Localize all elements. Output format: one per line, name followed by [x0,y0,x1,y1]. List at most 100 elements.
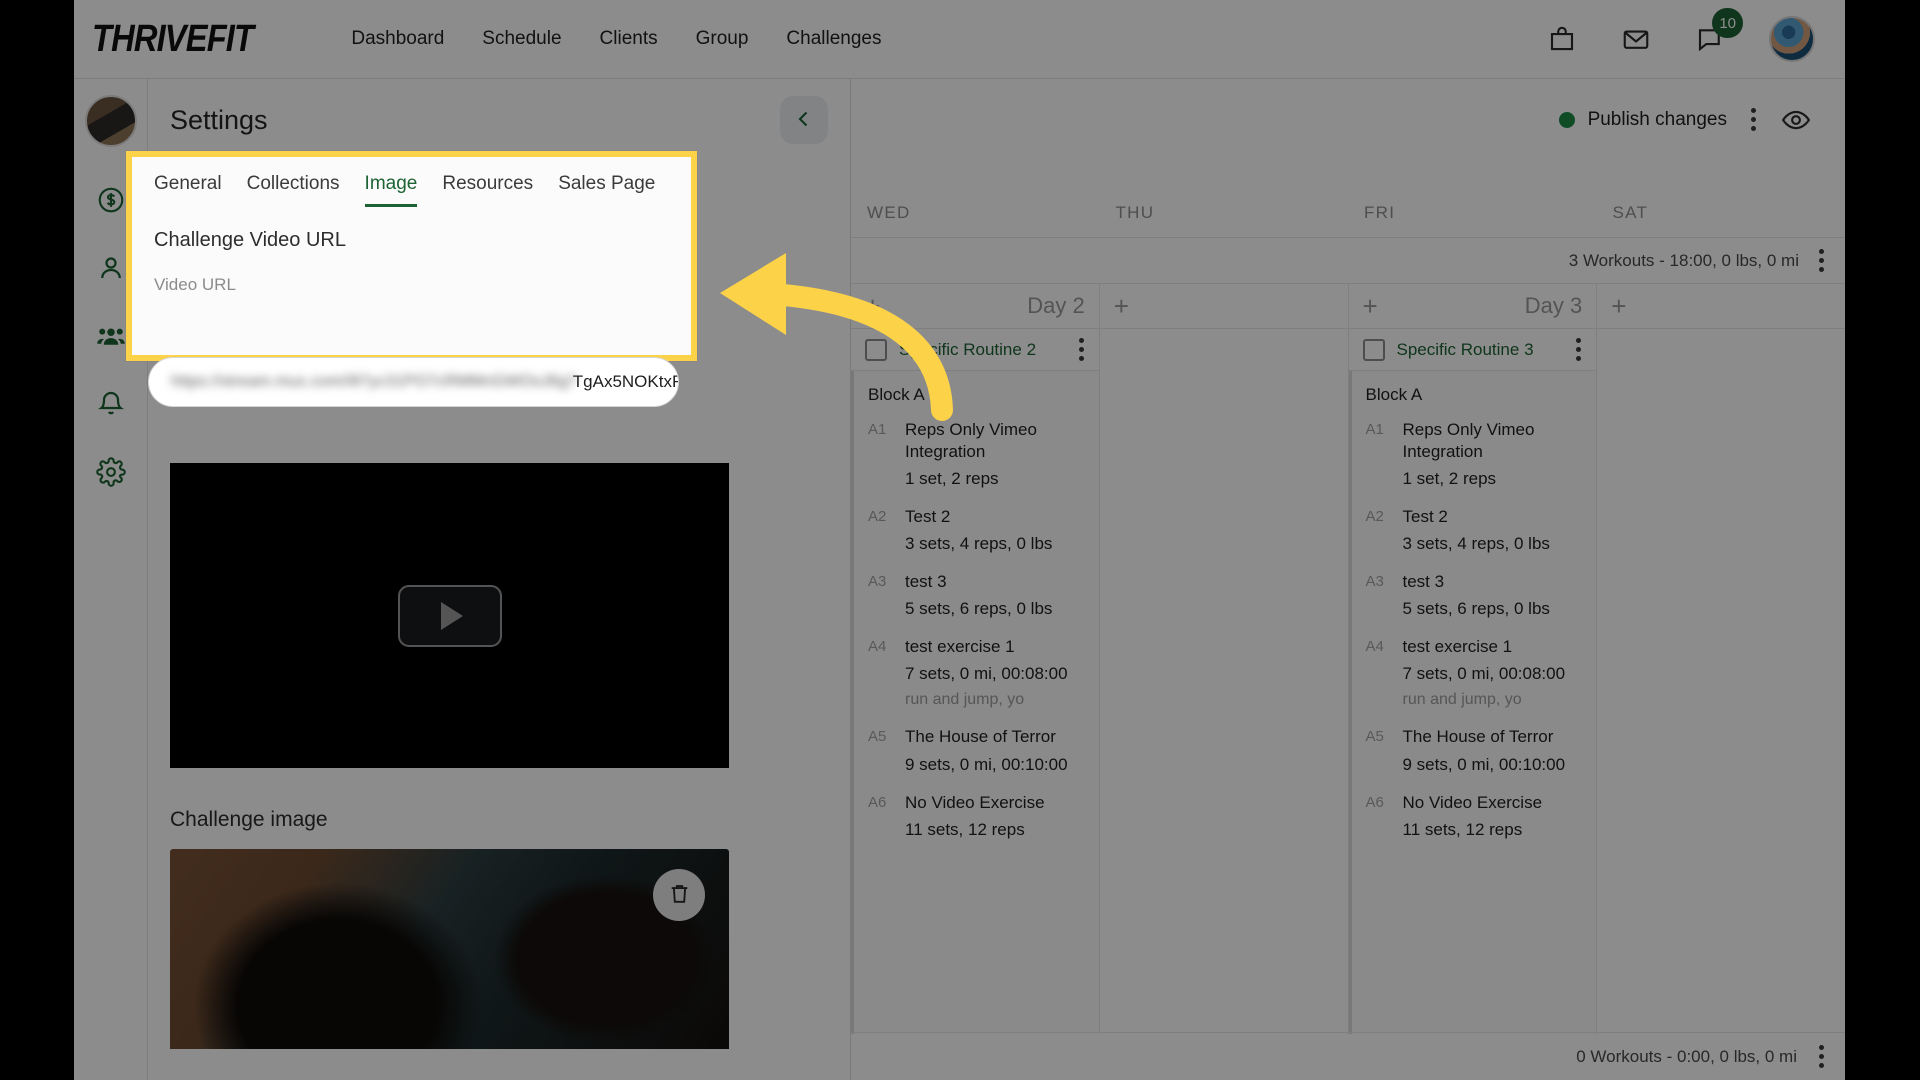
logo-thrive: THRIVE [92,17,208,60]
exercise-meta: 11 sets, 12 reps [1402,819,1523,839]
challenge-image-label: Challenge image [170,808,328,831]
publish-status-dot [1558,111,1575,128]
exercise-row[interactable]: A4 test exercise 1 7 sets, 0 mi, 00:08:00… [1366,636,1583,709]
exercise-meta: 9 sets, 0 mi, 00:10:00 [905,754,1068,774]
workout-block: Block A A1 Reps Only Vimeo Integration 1 … [851,371,1099,1034]
collapse-panel-button[interactable] [780,96,828,144]
add-workout-icon[interactable]: + [1611,293,1626,319]
days-of-week-row: WED THU FRI SAT [851,160,1845,238]
group-icon[interactable] [96,321,126,351]
rail-profile-avatar[interactable] [84,95,137,147]
highlight-annotation-box: General Collections Image Resources Sale… [126,151,697,361]
nav-item-group[interactable]: Group [696,28,749,50]
tab-sales-page[interactable]: Sales Page [558,173,655,207]
exercise-row[interactable]: A6 No Video Exercise 11 sets, 12 reps [868,792,1085,840]
day-column-wed: + Day 2 Specific Routine 2 Block A A1 Re… [851,284,1100,1034]
video-url-field-label: Video URL [154,275,236,294]
dow-sat: SAT [1612,203,1649,222]
tab-image[interactable]: Image [364,173,418,207]
exercise-row[interactable]: A2 Test 2 3 sets, 4 reps, 0 lbs [1366,506,1583,554]
publish-changes-button[interactable]: Publish changes [1558,108,1727,131]
exercise-row[interactable]: A1 Reps Only Vimeo Integration 1 set, 2 r… [1366,419,1583,489]
exercise-row[interactable]: A1 Reps Only Vimeo Integration 1 set, 2 r… [868,419,1085,489]
settings-tabs: General Collections Image Resources Sale… [154,173,669,207]
tab-collections[interactable]: Collections [247,173,340,207]
week-summary-row: 3 Workouts - 18:00, 0 lbs, 0 mi [851,238,1845,284]
chat-icon[interactable]: 10 [1695,8,1743,54]
nav-item-challenges[interactable]: Challenges [786,28,881,50]
routine-checkbox[interactable] [1362,338,1385,361]
routine-checkbox[interactable] [865,338,887,361]
video-url-input[interactable]: https://stream.mux.com/I87yc31PO7cRMMnGW… [148,357,679,407]
exercise-code: A2 [1365,508,1384,526]
footer-menu-button[interactable] [1819,1044,1825,1070]
tab-resources[interactable]: Resources [442,173,533,207]
exercise-note: run and jump, yo [1402,691,1522,709]
exercise-meta: 5 sets, 6 reps, 0 lbs [905,599,1053,619]
section-title: Challenge Video URL [154,229,346,251]
exercise-row[interactable]: A2 Test 2 3 sets, 4 reps, 0 lbs [868,506,1085,554]
exercise-name: No Video Exercise [1402,792,1543,812]
add-workout-icon[interactable]: + [1363,293,1378,319]
exercise-row[interactable]: A6 No Video Exercise 11 sets, 12 reps [1366,792,1583,840]
mail-icon[interactable] [1621,24,1651,54]
exercise-name: Test 2 [905,507,951,527]
dow-wed: WED [867,203,911,222]
shopping-bag-icon[interactable] [1547,24,1577,54]
routine-name[interactable]: Specific Routine 2 [899,340,1067,360]
exercise-code: A5 [1365,728,1384,746]
highlight-content: General Collections Image Resources Sale… [132,157,691,295]
routine-menu-button[interactable] [1576,337,1582,363]
tab-general[interactable]: General [154,173,222,207]
routine-name[interactable]: Specific Routine 3 [1397,340,1565,360]
screenshot-root: THRIVEFIT Dashboard Schedule Clients Gro… [0,0,1920,1080]
exercise-row[interactable]: A3 test 3 5 sets, 6 reps, 0 lbs [868,571,1085,619]
message-count-badge: 10 [1712,8,1743,38]
exercise-code: A3 [868,573,887,591]
exercise-meta: 3 sets, 4 reps, 0 lbs [1402,534,1550,554]
exercise-row[interactable]: A5 The House of Terror 9 sets, 0 mi, 00:1… [1366,726,1583,774]
block-title: Block A [1365,385,1423,404]
top-nav-actions: 10 [1547,8,1845,62]
calendar-menu-button[interactable] [1751,107,1757,133]
delete-image-button[interactable] [653,869,705,921]
dollar-circle-icon[interactable] [96,185,126,215]
week-summary-text: 3 Workouts - 18:00, 0 lbs, 0 mi [1568,250,1799,270]
routine-menu-button[interactable] [1078,337,1085,363]
empty-day-body[interactable] [1597,329,1845,1034]
week-summary-menu-button[interactable] [1819,248,1825,274]
exercise-code: A5 [868,728,887,746]
exercise-name: Test 2 [1402,507,1448,527]
nav-item-clients[interactable]: Clients [600,28,658,50]
exercise-row[interactable]: A4 test exercise 1 7 sets, 0 mi, 00:08:00… [868,636,1085,709]
exercise-code: A1 [868,421,887,438]
footer-summary-text: 0 Workouts - 0:00, 0 lbs, 0 mi [1576,1046,1797,1066]
eye-icon[interactable] [1781,105,1811,135]
dow-thu: THU [1115,203,1155,222]
exercise-meta: 1 set, 2 reps [905,469,999,489]
nav-item-dashboard[interactable]: Dashboard [351,28,444,50]
challenge-image-preview [170,849,729,1049]
day-column-sat: + [1597,284,1845,1034]
video-preview[interactable] [170,463,729,768]
empty-day-body[interactable] [1099,329,1348,1034]
exercise-row[interactable]: A5 The House of Terror 9 sets, 0 mi, 00:1… [868,726,1085,774]
day-header: + [1597,284,1845,329]
publish-changes-label: Publish changes [1587,108,1727,130]
day-header: + Day 2 [851,284,1099,329]
add-workout-icon[interactable]: + [865,293,880,319]
nav-item-schedule[interactable]: Schedule [482,28,561,50]
day-columns: + Day 2 Specific Routine 2 Block A A1 Re… [851,284,1845,1034]
exercise-name: Reps Only Vimeo Integration [1402,420,1535,462]
exercise-meta: 7 sets, 0 mi, 00:08:00 [905,664,1068,684]
calendar-footer: 0 Workouts - 0:00, 0 lbs, 0 mi [851,1032,1845,1080]
gear-icon[interactable] [95,457,126,487]
exercise-code: A6 [1365,793,1384,811]
play-button[interactable] [397,584,502,647]
exercise-row[interactable]: A3 test 3 5 sets, 6 reps, 0 lbs [1366,571,1583,619]
person-icon[interactable] [96,253,126,283]
user-avatar[interactable] [1769,16,1815,62]
add-workout-icon[interactable]: + [1114,293,1129,319]
exercise-meta: 7 sets, 0 mi, 00:08:00 [1402,664,1566,684]
bell-icon[interactable] [96,389,126,419]
